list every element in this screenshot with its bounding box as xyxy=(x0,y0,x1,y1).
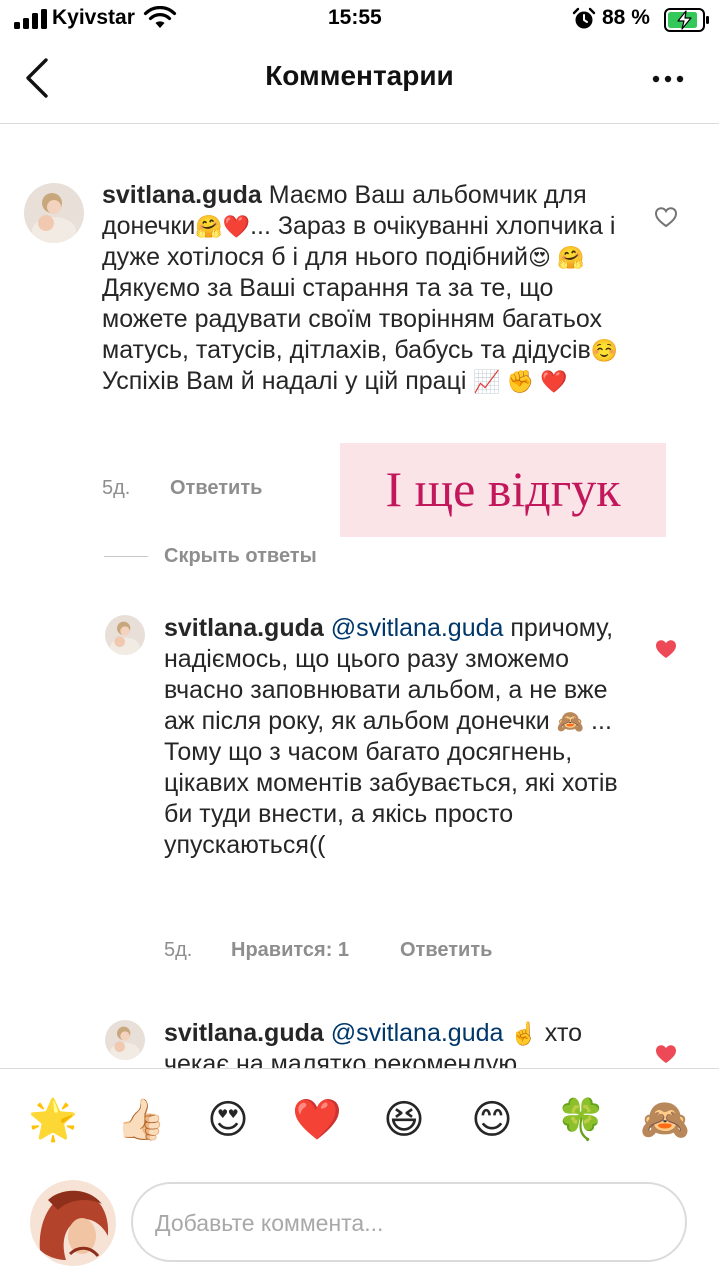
comment-username[interactable]: svitlana.guda xyxy=(164,1019,324,1047)
reply-button[interactable]: Ответить xyxy=(400,939,492,962)
emoji-thumbs-up-button[interactable]: 👍🏻 xyxy=(116,1096,166,1144)
emoji-clover-button[interactable]: 🍀 xyxy=(556,1096,606,1144)
status-bar: Kyivstar 15:55 88 % xyxy=(0,0,719,40)
emoji-see-no-evil-button[interactable]: 🙈 xyxy=(640,1096,690,1144)
carrier-name: Kyivstar xyxy=(52,6,135,29)
likes-count[interactable]: Нравится: 1 xyxy=(231,939,349,962)
battery-percent: 88 % xyxy=(602,6,650,29)
replies-divider xyxy=(104,556,148,557)
hide-replies-button[interactable]: Скрыть ответы xyxy=(164,545,317,568)
avatar[interactable] xyxy=(24,183,84,243)
comment-text: svitlana.guda Маємо Ваш альбомчик для до… xyxy=(102,181,626,395)
comment-username[interactable]: svitlana.guda xyxy=(102,181,262,209)
page-title: Комментарии xyxy=(265,60,454,91)
more-options-icon[interactable] xyxy=(650,64,686,94)
avatar[interactable] xyxy=(105,615,145,655)
comment-username[interactable]: svitlana.guda xyxy=(164,614,324,642)
emoji: ☺️ xyxy=(590,338,619,363)
comment-text: svitlana.guda @svitlana.guda причому, на… xyxy=(164,614,625,859)
emoji-smiling-button[interactable]: 😊 xyxy=(468,1096,516,1144)
emoji: 🙈 xyxy=(556,709,585,734)
emoji: 📈 ✊ ❤️ xyxy=(473,369,568,394)
signal-icon xyxy=(14,9,47,29)
battery-charging-icon xyxy=(664,8,709,32)
emoji-star-button[interactable]: 🌟 xyxy=(28,1096,78,1144)
wifi-icon xyxy=(143,6,177,28)
heart-filled-icon[interactable] xyxy=(654,638,678,660)
reply-button[interactable]: Ответить xyxy=(170,477,262,500)
heart-filled-icon[interactable] xyxy=(654,1043,678,1065)
emoji-laughing-button[interactable]: 😆 xyxy=(380,1096,428,1144)
emoji-red-heart-button[interactable]: ❤️ xyxy=(292,1096,342,1144)
emoji: 😍 🤗 xyxy=(527,245,585,270)
heart-outline-icon[interactable] xyxy=(654,206,678,228)
comment-input[interactable] xyxy=(155,1205,655,1241)
current-user-avatar[interactable] xyxy=(30,1180,116,1266)
emoji-heart-eyes-button[interactable]: 😍 xyxy=(204,1096,252,1144)
avatar[interactable] xyxy=(105,1020,145,1060)
alarm-icon xyxy=(572,7,596,29)
comment-time: 5д. xyxy=(164,939,193,961)
emoji: 🤗❤️ xyxy=(195,214,251,239)
mention-link[interactable]: @svitlana.guda xyxy=(331,614,504,642)
status-time: 15:55 xyxy=(328,6,382,29)
overlay-text: І ще відгук xyxy=(385,461,621,517)
header-divider xyxy=(0,123,719,124)
emoji: ☝️ xyxy=(510,1021,538,1046)
comment-time: 5д. xyxy=(102,477,131,499)
mention-link[interactable]: @svitlana.guda xyxy=(331,1019,504,1047)
